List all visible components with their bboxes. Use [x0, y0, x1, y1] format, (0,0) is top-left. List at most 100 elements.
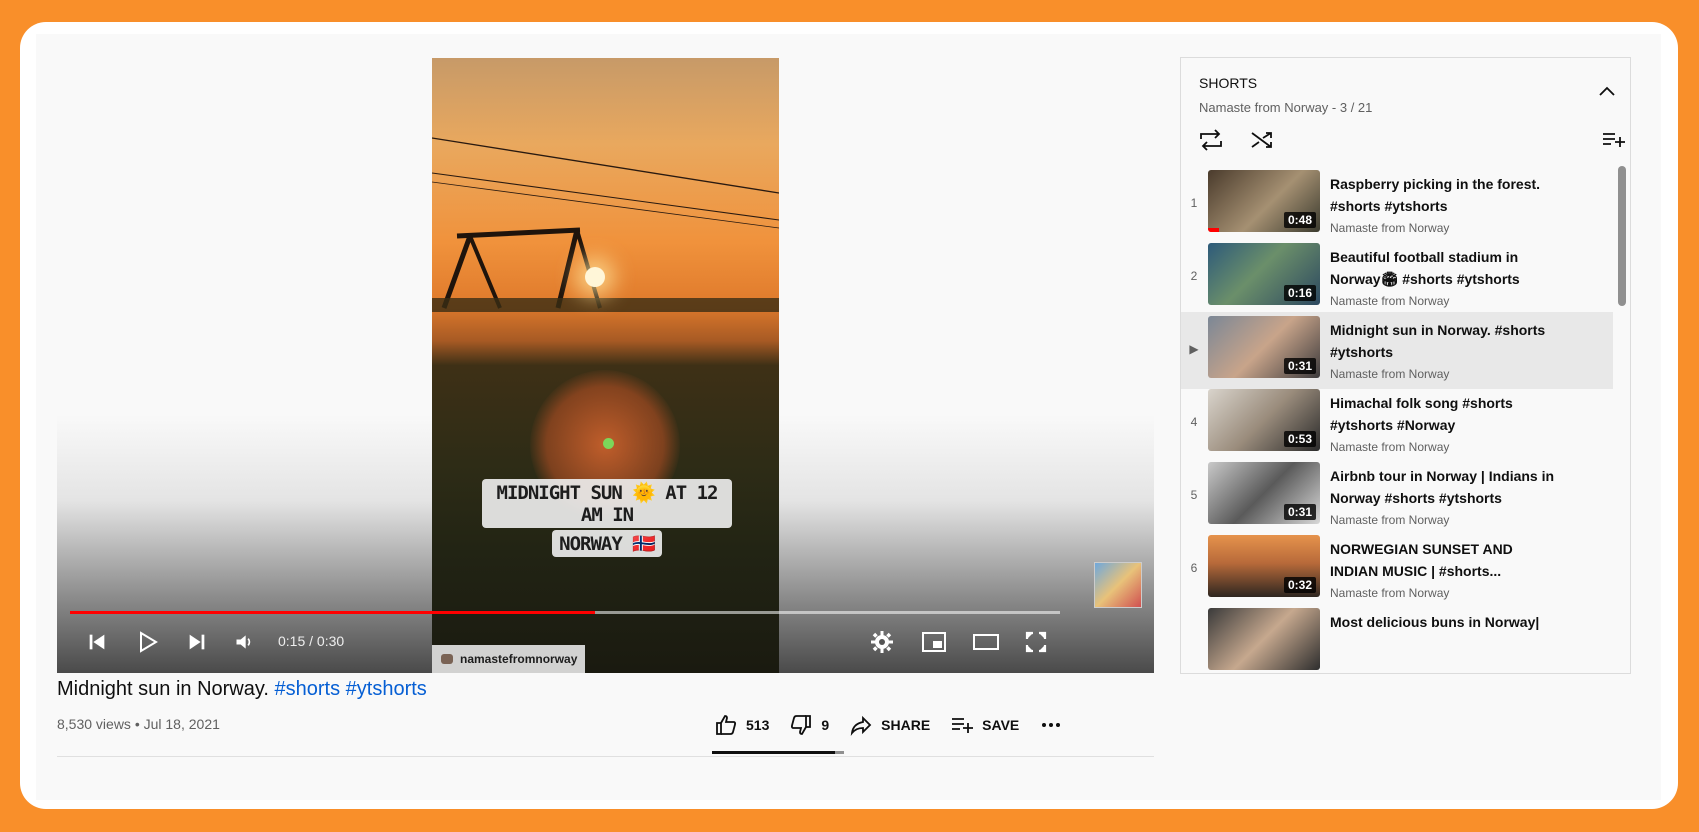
- playlist-item-index: 6: [1190, 561, 1198, 575]
- play-icon: [140, 631, 158, 653]
- time-display: 0:15 / 0:30: [278, 633, 345, 649]
- playlist-item-channel: Namaste from Norway: [1330, 367, 1450, 381]
- dislike-button[interactable]: 9: [779, 713, 839, 737]
- video-thumbnail[interactable]: 0:31: [1208, 462, 1320, 524]
- caption-line-1: MIDNIGHT SUN 🌞 AT 12 AM IN: [482, 479, 732, 528]
- playlist-item-7[interactable]: Most delicious buns in Norway|: [1181, 604, 1613, 673]
- video-hashtags[interactable]: #shorts #ytshorts: [275, 678, 427, 700]
- lens-flare-dot: [603, 438, 614, 449]
- video-frame[interactable]: MIDNIGHT SUN 🌞 AT 12 AM IN NORWAY 🇳🇴: [432, 58, 779, 673]
- watched-progress: [1208, 228, 1220, 232]
- playlist-header: SHORTS Namaste from Norway - 3 / 21: [1181, 58, 1630, 167]
- duration-badge: 0:31: [1283, 504, 1316, 520]
- playlist-item-3-current[interactable]: ▶ 0:31 Midnight sun in Norway. #shorts #…: [1181, 312, 1613, 389]
- playlist-panel: SHORTS Namaste from Norway - 3 / 21 1 0:…: [1180, 57, 1631, 674]
- playlist-item-channel: Namaste from Norway: [1330, 440, 1450, 454]
- playlist-item-2[interactable]: 2 0:16 Beautiful football stadium in Nor…: [1181, 239, 1613, 316]
- fullscreen-button[interactable]: [1012, 618, 1060, 666]
- playlist-item-index: 2: [1190, 269, 1198, 283]
- previous-icon: [89, 634, 105, 650]
- dislike-count: 9: [821, 717, 830, 733]
- page-card: MIDNIGHT SUN 🌞 AT 12 AM IN NORWAY 🇳🇴 nam…: [20, 22, 1678, 809]
- more-actions-button[interactable]: [1029, 713, 1073, 737]
- video-thumbnail[interactable]: 0:16: [1208, 243, 1320, 305]
- loop-playlist-button[interactable]: [1197, 128, 1225, 157]
- playlist-title[interactable]: SHORTS: [1199, 75, 1257, 91]
- video-title: Midnight sun in Norway. #shorts #ytshort…: [57, 678, 427, 701]
- playlist-item-title[interactable]: Airbnb tour in Norway | Indians in Norwa…: [1330, 465, 1562, 509]
- duration-badge: 0:32: [1283, 577, 1316, 593]
- theater-mode-button[interactable]: [962, 618, 1010, 666]
- volume-icon: [236, 635, 251, 649]
- playlist-item-title[interactable]: Raspberry picking in the forest. #shorts…: [1330, 173, 1562, 217]
- playlist-item-title[interactable]: Midnight sun in Norway. #shorts #ytshort…: [1330, 319, 1562, 363]
- video-thumbnail[interactable]: 0:48: [1208, 170, 1320, 232]
- video-player[interactable]: MIDNIGHT SUN 🌞 AT 12 AM IN NORWAY 🇳🇴 nam…: [57, 58, 1154, 673]
- playlist-item-title[interactable]: Beautiful football stadium in Norway🏟 #s…: [1330, 246, 1562, 290]
- playlist-add-icon: [952, 718, 974, 733]
- channel-watermark[interactable]: [1094, 562, 1142, 608]
- video-thumbnail[interactable]: [1208, 608, 1320, 670]
- repeat-icon: [1200, 129, 1222, 151]
- settings-button[interactable]: [858, 618, 906, 666]
- save-button[interactable]: SAVE: [940, 713, 1029, 737]
- action-bar: 513 9 SHARE SAVE: [704, 704, 1073, 746]
- playlist-item-5[interactable]: 5 0:31 Airbnb tour in Norway | Indians i…: [1181, 458, 1613, 535]
- chevron-up-icon: [1599, 86, 1615, 96]
- shuffle-icon: [1251, 132, 1272, 148]
- previous-button[interactable]: [73, 618, 121, 666]
- play-button[interactable]: [123, 618, 171, 666]
- playlist-item-title[interactable]: Most delicious buns in Norway|: [1330, 611, 1562, 633]
- player-controls: 0:15 / 0:30: [57, 618, 1154, 668]
- miniplayer-button[interactable]: [910, 618, 958, 666]
- save-label: SAVE: [982, 717, 1020, 733]
- sun: [585, 267, 605, 287]
- like-dislike-ratio-bar: [712, 751, 844, 754]
- next-button[interactable]: [173, 618, 221, 666]
- now-playing-indicator: ▶: [1189, 342, 1199, 356]
- playlist-item-channel: Namaste from Norway: [1330, 221, 1450, 235]
- mute-button[interactable]: [220, 618, 268, 666]
- video-thumbnail[interactable]: 0:31: [1208, 316, 1320, 378]
- caption-line-2: NORWAY 🇳🇴: [552, 530, 662, 557]
- playlist-item-title[interactable]: Himachal folk song #shorts #ytshorts #No…: [1330, 392, 1562, 436]
- miniplayer-icon: [922, 632, 946, 652]
- like-button[interactable]: 513: [704, 713, 779, 737]
- like-ratio-fill: [712, 751, 835, 754]
- video-title-text: Midnight sun in Norway.: [57, 678, 269, 700]
- playlist-subtitle: Namaste from Norway - 3 / 21: [1199, 100, 1373, 115]
- duration-badge: 0:16: [1283, 285, 1316, 301]
- watch-page: MIDNIGHT SUN 🌞 AT 12 AM IN NORWAY 🇳🇴 nam…: [36, 34, 1661, 800]
- share-icon: [850, 715, 872, 736]
- playlist-item-index: 4: [1190, 415, 1198, 429]
- playlist-scrollbar[interactable]: [1618, 166, 1626, 306]
- shuffle-playlist-button[interactable]: [1249, 128, 1277, 157]
- playlist-item-channel: Namaste from Norway: [1330, 513, 1450, 527]
- thumbs-down-icon: [791, 715, 812, 735]
- duration-badge: 0:53: [1283, 431, 1316, 447]
- playlist-item-channel: Namaste from Norway: [1330, 586, 1450, 600]
- video-thumbnail[interactable]: 0:53: [1208, 389, 1320, 451]
- collapse-playlist-button[interactable]: [1598, 84, 1616, 102]
- playlist-items: 1 0:48 Raspberry picking in the forest. …: [1181, 166, 1630, 673]
- share-button[interactable]: SHARE: [839, 713, 940, 737]
- like-count: 513: [746, 717, 770, 733]
- thumbs-up-icon: [716, 715, 737, 735]
- save-playlist-button[interactable]: [1601, 128, 1627, 157]
- playlist-item-1[interactable]: 1 0:48 Raspberry picking in the forest. …: [1181, 166, 1613, 243]
- progress-bar[interactable]: [70, 611, 1060, 614]
- fullscreen-icon: [1025, 631, 1047, 653]
- share-label: SHARE: [881, 717, 931, 733]
- video-meta: 8,530 views • Jul 18, 2021: [57, 716, 220, 732]
- playlist-item-index: 1: [1190, 196, 1198, 210]
- playlist-item-channel: Namaste from Norway: [1330, 294, 1450, 308]
- playlist-add-icon: [1603, 133, 1625, 147]
- video-thumbnail[interactable]: 0:32: [1208, 535, 1320, 597]
- duration-badge: 0:31: [1283, 358, 1316, 374]
- playlist-item-4[interactable]: 4 0:53 Himachal folk song #shorts #ytsho…: [1181, 385, 1613, 462]
- playlist-item-6[interactable]: 6 0:32 NORWEGIAN SUNSET AND INDIAN MUSIC…: [1181, 531, 1613, 608]
- divider: [57, 756, 1154, 757]
- swing-silhouette: [432, 137, 779, 312]
- playlist-item-title[interactable]: NORWEGIAN SUNSET AND INDIAN MUSIC | #sho…: [1330, 538, 1562, 582]
- playlist-item-index: 5: [1190, 488, 1198, 502]
